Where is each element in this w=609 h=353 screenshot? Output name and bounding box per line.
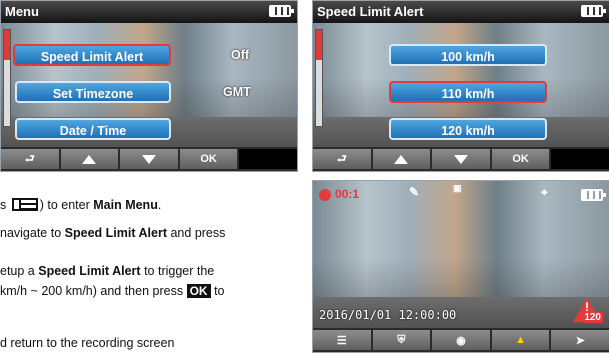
- scrollbar-thumb[interactable]: [316, 30, 322, 60]
- warning-triangle-icon: ▲: [515, 334, 527, 346]
- battery-icon: [269, 5, 294, 17]
- battery-icon: [581, 5, 606, 17]
- recording-button-bar: ☰ ⛨ ◉ ▲ ➤: [313, 328, 609, 352]
- recording-screen: 00:1 ✎ ▣ ⌖ 2016/01/01 12:00:00 ! 120 ☰ ⛨…: [312, 180, 609, 353]
- speed-limit-title-bar: Speed Limit Alert: [313, 1, 609, 23]
- menu-item-speed-limit-alert[interactable]: Speed Limit Alert: [13, 44, 171, 66]
- instruction-line-1: s ) to enter Main Menu.: [0, 198, 162, 212]
- ok-badge: OK: [186, 284, 211, 298]
- instruction-line-4: km/h ~ 200 km/h) and then press OK to: [0, 284, 225, 298]
- up-button[interactable]: [372, 149, 431, 169]
- speed-limit-alert-value: Off: [231, 48, 250, 62]
- ok-button[interactable]: OK: [179, 149, 238, 169]
- instruction-line-2: navigate to Speed Limit Alert and press: [0, 226, 226, 240]
- return-icon: ⮐: [24, 152, 35, 165]
- menu-item-set-timezone[interactable]: Set Timezone: [15, 81, 171, 103]
- down-button[interactable]: [120, 149, 178, 169]
- menu-item-date-time[interactable]: Date / Time: [15, 118, 171, 140]
- back-button[interactable]: ⮐: [1, 149, 59, 169]
- speed-limit-button-bar: ⮐ OK: [313, 147, 609, 171]
- menu-button-bar: ⮐ OK: [1, 147, 297, 171]
- menu-scrollbar[interactable]: [3, 29, 11, 127]
- option-110-kmh[interactable]: 110 km/h: [389, 81, 547, 103]
- camera-background: [313, 181, 609, 352]
- option-120-kmh[interactable]: 120 km/h: [389, 118, 547, 140]
- snapshot-button[interactable]: ◉: [432, 330, 490, 350]
- speed-warning-value: 120: [582, 312, 603, 323]
- menu-title: Menu: [5, 4, 39, 19]
- record-dot-icon: [319, 189, 331, 201]
- shield-icon: ⛨: [397, 333, 406, 346]
- empty-button: [551, 149, 609, 169]
- gps-icon: ⌖: [541, 185, 548, 199]
- down-button[interactable]: [432, 149, 490, 169]
- down-arrow-icon: [141, 154, 156, 164]
- menu-button[interactable]: ☰: [313, 330, 371, 350]
- menu-list-icon: ☰: [336, 334, 347, 347]
- up-arrow-icon: [82, 154, 97, 164]
- recording-status-bar: 00:1 ✎ ▣ ⌖: [313, 183, 609, 205]
- recording-timestamp: 2016/01/01 12:00:00: [319, 308, 457, 322]
- recording-time: 00:1: [335, 187, 360, 201]
- option-100-kmh[interactable]: 100 km/h: [389, 44, 547, 66]
- back-button[interactable]: ⮐: [313, 149, 371, 169]
- return-icon: ⮐: [336, 152, 347, 165]
- menu-title-bar: Menu: [1, 1, 297, 23]
- parking-icon: ✎: [409, 185, 420, 199]
- option-scrollbar[interactable]: [315, 29, 323, 127]
- instruction-line-3: etup a Speed Limit Alert to trigger the: [0, 264, 215, 278]
- empty-button: [239, 149, 297, 169]
- main-menu-icon: [11, 198, 38, 211]
- ok-button[interactable]: OK: [491, 149, 550, 169]
- speed-limit-title: Speed Limit Alert: [317, 4, 424, 19]
- battery-icon: [581, 189, 606, 201]
- protect-button[interactable]: ⛨: [372, 330, 431, 350]
- up-arrow-icon: [394, 154, 409, 164]
- warning-button[interactable]: ▲: [491, 330, 550, 350]
- menu-screen: Menu Speed Limit Alert Off Set Timezone …: [0, 0, 298, 172]
- instruction-line-5: d return to the recording screen: [0, 336, 175, 350]
- scrollbar-thumb[interactable]: [4, 30, 10, 60]
- mode-button[interactable]: ➤: [551, 330, 609, 350]
- set-timezone-value: GMT: [223, 85, 251, 99]
- resolution-icon: ▣: [453, 183, 462, 193]
- up-button[interactable]: [60, 149, 119, 169]
- speed-limit-screen: Speed Limit Alert 100 km/h 110 km/h 120 …: [312, 0, 609, 172]
- car-icon: ➤: [575, 334, 585, 347]
- camera-icon: ◉: [456, 334, 466, 347]
- down-arrow-icon: [453, 154, 468, 164]
